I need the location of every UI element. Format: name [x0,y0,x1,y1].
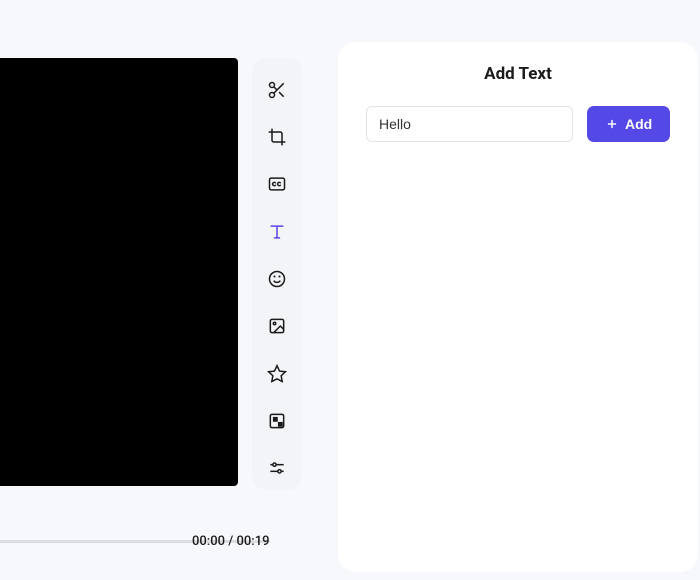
cc-icon [267,174,287,194]
tool-emoji[interactable] [256,257,298,300]
smile-icon [267,269,287,289]
tool-cut[interactable] [256,68,298,111]
tool-captions[interactable] [256,163,298,206]
add-button[interactable]: Add [587,106,670,142]
sliders-icon [267,458,287,478]
tool-adjust[interactable] [256,447,298,490]
add-text-panel: Add Text Add [338,42,698,572]
tool-text[interactable] [256,210,298,253]
crop-icon [267,127,287,147]
tool-crop[interactable] [256,115,298,158]
panel-title: Add Text [366,64,670,84]
duration-time: 00:19 [237,534,270,549]
shapes-icon [267,411,287,431]
video-preview[interactable] [0,58,238,486]
star-icon [267,364,287,384]
scissors-icon [267,80,287,100]
text-input-row: Add [366,106,670,142]
text-icon [267,222,287,242]
tool-star[interactable] [256,352,298,395]
add-button-label: Add [625,116,652,132]
tool-sidebar [252,58,302,490]
image-icon [267,316,287,336]
plus-icon [605,117,619,131]
current-time: 00:00 [192,534,225,549]
tool-shapes[interactable] [256,399,298,442]
tool-image[interactable] [256,305,298,348]
timeline-time: 00:00 / 00:19 [192,534,270,549]
text-input[interactable] [366,106,573,142]
